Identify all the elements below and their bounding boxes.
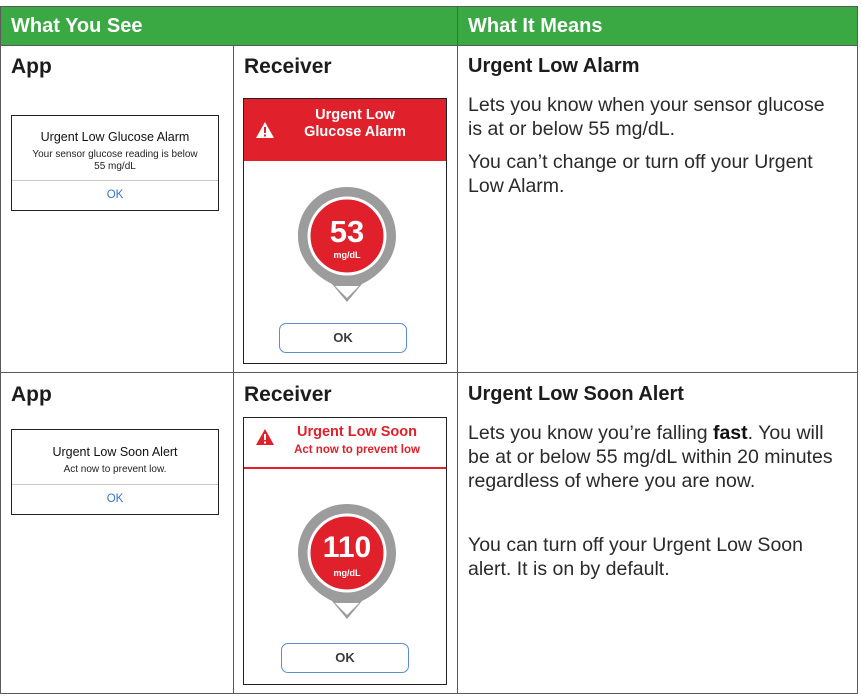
receiver-label: Receiver — [244, 55, 332, 78]
header-what-it-means: What It Means — [468, 15, 603, 37]
receiver-alert-rule — [244, 467, 446, 469]
app-alert-dialog: Urgent Low Soon Alert Act now to prevent… — [11, 429, 219, 515]
receiver-alarm-screen: Urgent Low Glucose Alarm 53 mg/dL OK — [243, 98, 447, 364]
down-arrow-icon — [335, 286, 359, 298]
receiver-alert-subtitle: Act now to prevent low — [294, 444, 420, 456]
row-divider — [1, 372, 857, 373]
description-text: Lets you know you’re falling — [468, 422, 713, 444]
app-alarm-dialog: Urgent Low Glucose Alarm Your sensor glu… — [11, 115, 219, 211]
alert-description: Lets you know when your sensor glucose i… — [468, 94, 825, 140]
alert-note: You can turn off your Urgent Low Soon al… — [468, 534, 803, 580]
glucose-value: 110 — [322, 531, 372, 564]
glucose-unit: mg/dL — [333, 568, 361, 578]
app-label: App — [11, 55, 52, 78]
dialog-body-line: Your sensor glucose reading is below — [32, 149, 198, 160]
dialog-body: Your sensor glucose reading is below 55 … — [12, 149, 218, 172]
down-arrow-icon — [335, 603, 359, 615]
header-rule — [1, 45, 857, 46]
description-emphasis: fast — [712, 422, 748, 444]
glucose-value: 53 — [329, 214, 365, 249]
receiver-alert-screen: Urgent Low Soon Act now to prevent low 1… — [243, 417, 447, 685]
glucose-unit: mg/dL — [333, 250, 361, 260]
app-label: App — [11, 383, 52, 406]
divider-app-receiver — [233, 45, 234, 693]
table-header: What You See What It Means — [1, 7, 857, 45]
alert-description: Lets you know you’re falling fast. You w… — [468, 421, 840, 493]
alert-title: Urgent Low Soon Alert — [468, 383, 684, 405]
dialog-body: Act now to prevent low. — [63, 464, 167, 475]
dialog-body-line: 55 mg/dL — [94, 160, 136, 172]
dialog-ok-button[interactable]: OK — [12, 189, 218, 201]
receiver-ok-button[interactable]: OK — [279, 323, 407, 353]
divider-means-column — [457, 7, 458, 693]
receiver-ok-button[interactable]: OK — [281, 643, 409, 673]
dialog-title: Urgent Low Glucose Alarm — [40, 130, 190, 144]
receiver-alarm-title: Urgent Low Glucose Alarm — [268, 107, 442, 142]
receiver-label: Receiver — [244, 383, 332, 406]
receiver-alert-title: Urgent Low Soon — [296, 424, 417, 440]
receiver-title-line: Urgent Low — [315, 107, 395, 123]
dialog-separator — [12, 180, 218, 181]
header-what-you-see: What You See — [11, 15, 143, 37]
receiver-title-line: Glucose Alarm — [304, 124, 406, 141]
dialog-separator — [12, 484, 218, 485]
dialog-ok-button[interactable]: OK — [12, 493, 218, 505]
alert-title: Urgent Low Alarm — [468, 55, 640, 77]
alert-note: You can’t change or turn off your Urgent… — [468, 151, 813, 197]
dialog-title: Urgent Low Soon Alert — [52, 445, 178, 459]
alert-reference-table: What You See What It Means App Receiver … — [0, 6, 858, 694]
